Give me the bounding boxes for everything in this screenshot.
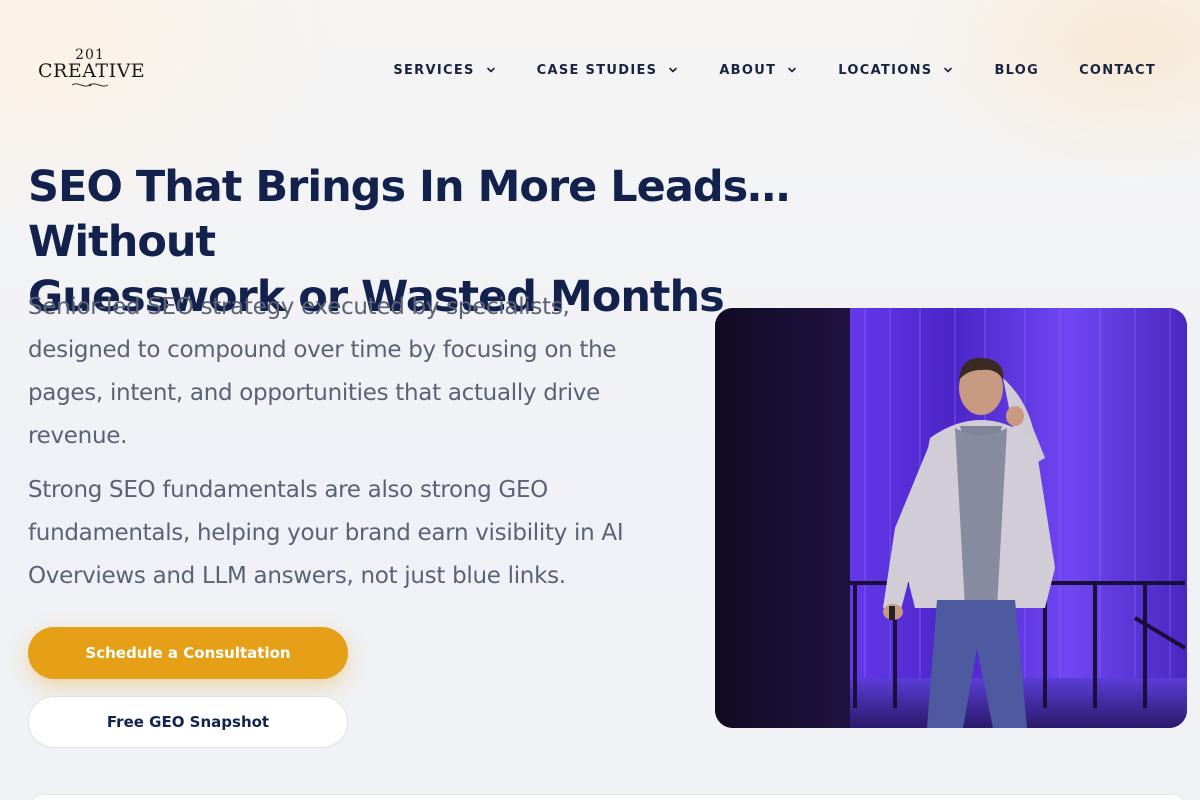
nav-item-contact[interactable]: CONTACT — [1079, 63, 1156, 78]
nav-label: CASE STUDIES — [536, 62, 658, 78]
chevron-down-icon — [788, 67, 797, 73]
brand-logo[interactable]: 201 CREATIVE — [38, 48, 146, 92]
hero-paragraph-1: Senior-led SEO strategy executed by spec… — [28, 294, 617, 449]
bottom-card — [28, 794, 1188, 800]
nav-label: SERVICES — [393, 62, 475, 78]
nav-label: CONTACT — [1079, 62, 1156, 78]
nav-item-case-studies[interactable]: CASE STUDIES — [537, 63, 680, 78]
nav-item-locations[interactable]: LOCATIONS — [838, 63, 954, 78]
hero-speaker-photo — [715, 308, 1187, 728]
nav-label: ABOUT — [719, 62, 777, 78]
nav-item-blog[interactable]: BLOG — [994, 63, 1039, 78]
nav-item-about[interactable]: ABOUT — [719, 63, 798, 78]
nav-label: BLOG — [994, 62, 1040, 78]
main-nav: SERVICES CASE STUDIES ABOUT LOCATIONS BL… — [393, 58, 1156, 82]
logo-flourish-icon — [71, 83, 109, 87]
chevron-down-icon — [486, 67, 495, 73]
chevron-down-icon — [944, 67, 953, 73]
chevron-down-icon — [669, 67, 678, 73]
free-geo-snapshot-button[interactable]: Free GEO Snapshot — [28, 696, 348, 748]
headline-line-1: SEO That Brings In More Leads… Without — [28, 162, 790, 267]
hero-paragraph-2: Strong SEO fundamentals are also strong … — [28, 477, 624, 589]
nav-item-services[interactable]: SERVICES — [393, 63, 496, 78]
speaker-on-stage-image — [715, 308, 1187, 728]
nav-label: LOCATIONS — [838, 62, 933, 78]
logo-word: CREATIVE — [38, 60, 146, 82]
schedule-consultation-button[interactable]: Schedule a Consultation — [28, 627, 348, 679]
